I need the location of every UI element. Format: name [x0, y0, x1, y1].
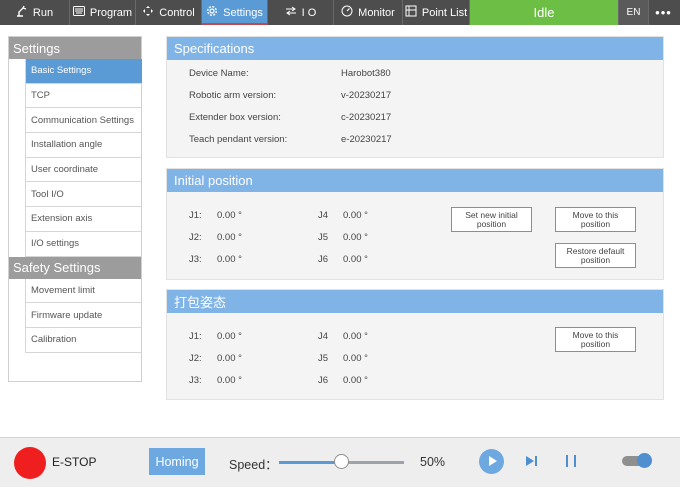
j4-value: 0.00 ° — [343, 210, 368, 221]
safety-section-title: Safety Settings — [9, 256, 141, 279]
pause-button[interactable] — [563, 453, 579, 469]
initial-position-title: Initial position — [167, 169, 663, 192]
j6-label: J6 — [318, 254, 329, 265]
move-to-packing-position-button[interactable]: Move to this position — [555, 327, 636, 352]
sidebar-item-movement-limit[interactable]: Movement limit — [25, 278, 142, 304]
tab-settings[interactable]: Settings — [202, 0, 268, 25]
pause-icon — [566, 455, 576, 467]
arm-version-label: Robotic arm version: — [189, 90, 277, 101]
tab-settings-label: Settings — [223, 6, 263, 19]
bottom-control-bar: E-STOP Homing Speed： 50% — [0, 437, 680, 487]
estop-button[interactable] — [14, 447, 46, 479]
sidebar-item-calibration[interactable]: Calibration — [25, 327, 142, 353]
packing-posture-panel: 打包姿态 J1: 0.00 ° J2: 0.00 ° J3: 0.00 ° J4… — [166, 289, 664, 400]
tab-io-label: I O — [301, 6, 317, 19]
move-arrows-icon — [142, 5, 154, 20]
mode-toggle[interactable] — [622, 453, 652, 468]
j4-value: 0.00 ° — [343, 331, 368, 342]
step-forward-icon — [526, 456, 537, 466]
tab-program-label: Program — [89, 6, 133, 19]
speed-slider-knob[interactable] — [334, 454, 349, 469]
j6-value: 0.00 ° — [343, 254, 368, 265]
sidebar-item-installation-angle[interactable]: Installation angle — [25, 133, 142, 158]
move-to-initial-position-button[interactable]: Move to this position — [555, 207, 636, 232]
j2-value: 0.00 ° — [217, 353, 242, 364]
speed-slider-fill — [279, 461, 342, 464]
homing-button[interactable]: Homing — [149, 448, 205, 475]
j3-label: J3: — [189, 375, 202, 386]
extender-version-label: Extender box version: — [189, 112, 281, 123]
j5-value: 0.00 ° — [343, 232, 368, 243]
j6-label: J6 — [318, 375, 329, 386]
j3-value: 0.00 ° — [217, 254, 242, 265]
initial-position-panel: Initial position J1: 0.00 ° J2: 0.00 ° J… — [166, 168, 664, 280]
j6-value: 0.00 ° — [343, 375, 368, 386]
j1-label: J1: — [189, 210, 202, 221]
j1-value: 0.00 ° — [217, 210, 242, 221]
settings-sidebar: Settings Basic Settings TCP Communicatio… — [8, 36, 142, 382]
pendant-version-label: Teach pendant version: — [189, 134, 288, 145]
tab-program[interactable]: Program — [70, 0, 136, 25]
tab-point-list-label: Point List — [421, 6, 468, 19]
j5-label: J5 — [318, 353, 329, 364]
tab-io[interactable]: I O — [268, 0, 334, 25]
play-button[interactable] — [479, 449, 504, 474]
set-new-initial-position-button[interactable]: Set new initial position — [451, 207, 532, 232]
tab-run[interactable]: Run — [0, 0, 70, 25]
sidebar-item-basic-settings[interactable]: Basic Settings — [25, 59, 142, 84]
specifications-panel: Specifications Device Name: Harobot380 R… — [166, 36, 664, 158]
settings-section-title: Settings — [9, 37, 141, 59]
tab-point-list[interactable]: Point List — [403, 0, 470, 25]
speed-label: Speed： — [229, 458, 278, 472]
estop-label: E-STOP — [52, 455, 97, 469]
status-badge: Idle — [470, 0, 618, 25]
packing-posture-title: 打包姿态 — [167, 290, 663, 313]
tab-monitor[interactable]: Monitor — [334, 0, 403, 25]
j4-label: J4 — [318, 331, 329, 342]
restore-default-position-button[interactable]: Restore default position — [555, 243, 636, 268]
j2-value: 0.00 ° — [217, 232, 242, 243]
robot-arm-icon — [16, 5, 28, 20]
gear-icon — [206, 5, 218, 20]
sidebar-item-extension-axis[interactable]: Extension axis — [25, 207, 142, 232]
device-name-value: Harobot380 — [341, 68, 391, 79]
j1-value: 0.00 ° — [217, 331, 242, 342]
top-nav-bar: Run Program Control Settings I O Monitor — [0, 0, 680, 25]
j2-label: J2: — [189, 232, 202, 243]
j1-label: J1: — [189, 331, 202, 342]
sidebar-item-communication-settings[interactable]: Communication Settings — [25, 108, 142, 134]
j3-value: 0.00 ° — [217, 375, 242, 386]
specifications-title: Specifications — [167, 37, 663, 60]
io-icon — [285, 6, 297, 19]
speed-value: 50% — [420, 455, 446, 469]
tab-control[interactable]: Control — [136, 0, 202, 25]
tab-monitor-label: Monitor — [358, 6, 395, 19]
sidebar-item-user-coordinate[interactable]: User coordinate — [25, 157, 142, 183]
j5-value: 0.00 ° — [343, 353, 368, 364]
step-forward-button[interactable] — [523, 453, 539, 469]
tab-run-label: Run — [32, 6, 54, 19]
j5-label: J5 — [318, 232, 329, 243]
gauge-icon — [341, 5, 353, 20]
sidebar-item-tcp[interactable]: TCP — [25, 83, 142, 109]
j2-label: J2: — [189, 353, 202, 364]
device-name-label: Device Name: — [189, 68, 249, 79]
j3-label: J3: — [189, 254, 202, 265]
language-button[interactable]: EN — [618, 0, 648, 25]
keyboard-icon — [72, 6, 85, 19]
pendant-version-value: e-20230217 — [341, 134, 392, 145]
sidebar-item-tool-io[interactable]: Tool I/O — [25, 182, 142, 208]
tab-control-label: Control — [159, 6, 195, 19]
more-menu-button[interactable]: ••• — [648, 0, 678, 25]
j4-label: J4 — [318, 210, 329, 221]
arm-version-value: v-20230217 — [341, 90, 392, 101]
extender-version-value: c-20230217 — [341, 112, 392, 123]
sidebar-item-io-settings[interactable]: I/O settings — [25, 231, 142, 257]
sidebar-item-firmware-update[interactable]: Firmware update — [25, 303, 142, 328]
point-list-icon — [405, 5, 417, 20]
